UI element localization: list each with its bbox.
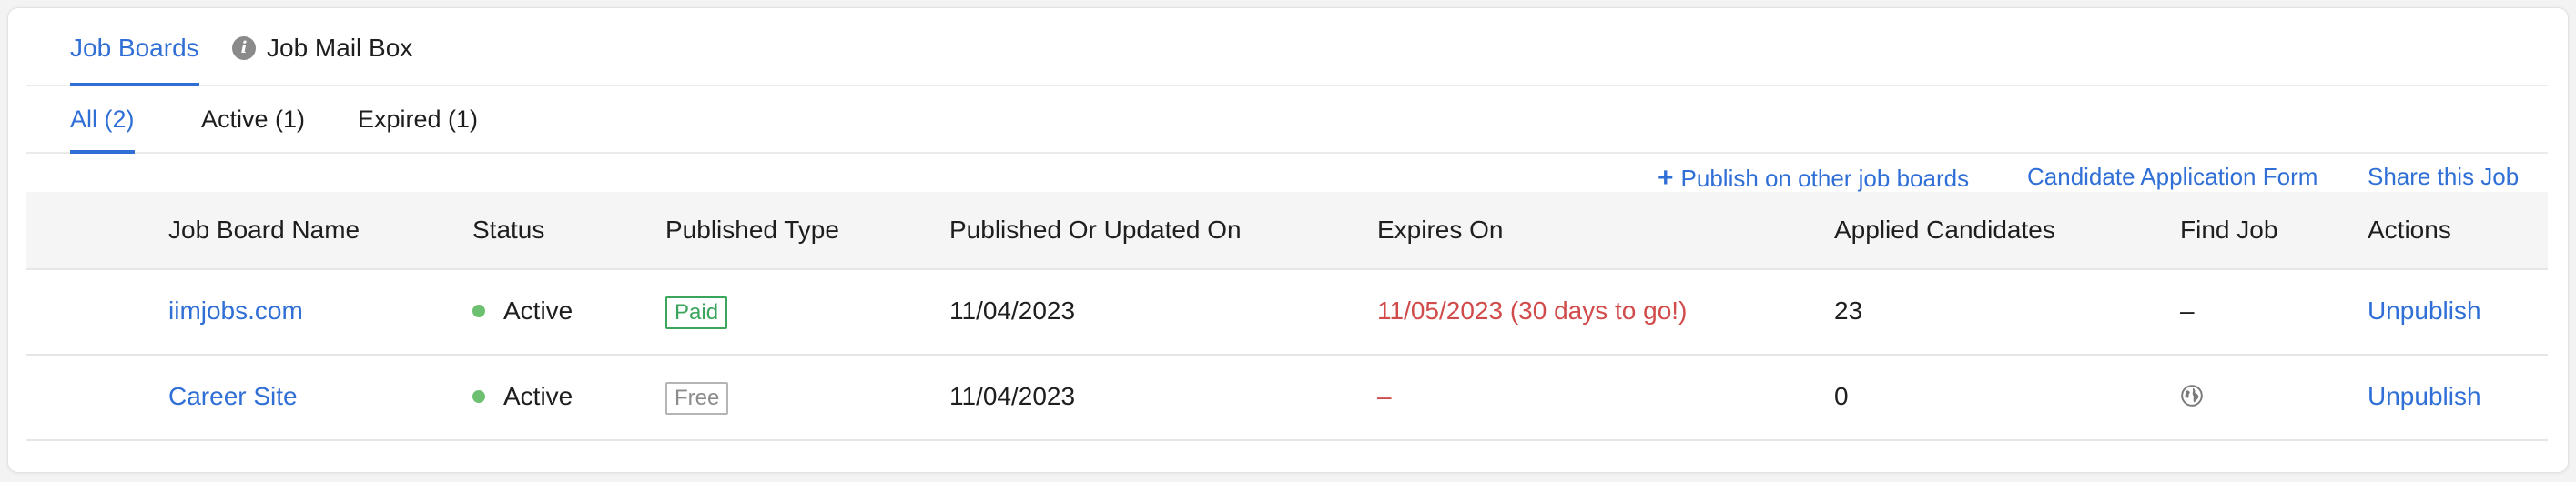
published-date: 11/04/2023: [949, 296, 1076, 325]
job-board-name-link[interactable]: iimjobs.com: [168, 295, 303, 327]
header-published-on: Published Or Updated On: [949, 216, 1242, 244]
find-job-cell: [2180, 383, 2204, 416]
published-type-cell: Paid: [665, 295, 728, 329]
plus-icon: +: [1658, 163, 1674, 193]
free-badge: Free: [665, 382, 729, 415]
expires-date: 11/05/2023 (30 days to go!): [1377, 296, 1688, 325]
top-tabs: Job Boards i Job Mail Box: [26, 8, 2548, 86]
share-job-link[interactable]: Share this Job: [2368, 163, 2519, 191]
header-applied-candidates: Applied Candidates: [1834, 216, 2055, 244]
job-board-name-link[interactable]: Career Site: [168, 380, 298, 413]
table-row: iimjobs.com Active Paid 11/04/2023 11/05…: [26, 270, 2548, 356]
filter-active-underline: [70, 150, 135, 154]
job-boards-card: Job Boards i Job Mail Box All (2) Active…: [7, 7, 2569, 473]
active-status-dot: [472, 389, 485, 403]
header-actions: Actions: [2368, 216, 2451, 244]
tab-job-mail-box-label: Job Mail Box: [267, 34, 413, 62]
filter-active-label: Active (1): [201, 105, 306, 133]
applied-count: 0: [1834, 382, 1849, 410]
filter-expired[interactable]: Expired (1): [358, 103, 478, 136]
unpublish-button[interactable]: Unpublish: [2368, 380, 2481, 413]
unpublish-button[interactable]: Unpublish: [2368, 295, 2481, 327]
active-status-dot: [472, 304, 485, 317]
status-cell: Active: [472, 380, 573, 413]
find-job-value: –: [2180, 296, 2195, 325]
filter-all[interactable]: All (2): [70, 103, 135, 154]
status-cell: Active: [472, 295, 573, 327]
status-text: Active: [503, 296, 573, 325]
status-text: Active: [503, 382, 573, 410]
info-icon: i: [232, 36, 256, 60]
filter-expired-label: Expired (1): [358, 105, 479, 133]
published-type-cell: Free: [665, 380, 729, 415]
header-job-board-name: Job Board Name: [168, 216, 360, 244]
tab-job-boards-label: Job Boards: [70, 34, 199, 62]
tab-job-boards[interactable]: Job Boards: [70, 32, 199, 86]
publish-other-link[interactable]: + Publish on other job boards: [1658, 163, 1969, 194]
filter-tabs: All (2) Active (1) Expired (1): [26, 86, 2548, 154]
applied-count: 23: [1834, 296, 1863, 325]
header-find-job: Find Job: [2180, 216, 2278, 244]
table-row: Career Site Active Free 11/04/2023 – 0 U…: [26, 356, 2548, 441]
header-status: Status: [472, 216, 545, 244]
published-date: 11/04/2023: [949, 382, 1076, 410]
header-published-type: Published Type: [665, 216, 839, 244]
candidate-application-form-link[interactable]: Candidate Application Form: [2027, 163, 2317, 191]
filter-all-label: All (2): [70, 105, 135, 133]
table-header: Job Board Name Status Published Type Pub…: [26, 192, 2548, 270]
filter-active[interactable]: Active (1): [201, 103, 305, 136]
expires-date: –: [1377, 382, 1392, 410]
globe-icon[interactable]: [2180, 384, 2204, 407]
header-expires-on: Expires On: [1377, 216, 1504, 244]
paid-badge: Paid: [665, 296, 728, 329]
publish-other-label: Publish on other job boards: [1680, 165, 1970, 192]
tab-job-mail-box[interactable]: i Job Mail Box: [232, 32, 412, 65]
